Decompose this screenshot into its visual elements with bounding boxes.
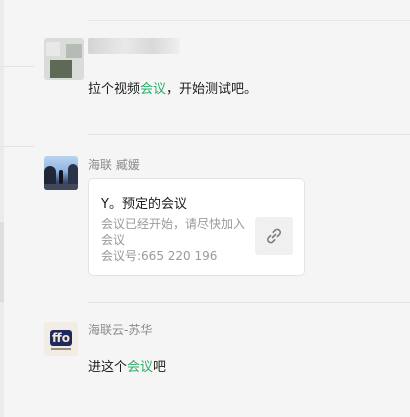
sender-name: 海联云-苏华 xyxy=(88,323,153,337)
message-divider xyxy=(88,302,410,303)
message-text-before: 拉个视频 xyxy=(88,82,141,97)
left-divider xyxy=(0,146,34,147)
avatar[interactable] xyxy=(44,156,78,190)
sender-name-blurred xyxy=(88,38,180,54)
avatar[interactable] xyxy=(44,38,84,80)
message-text: 拉个视频会议，开始测试吧。 xyxy=(88,78,257,97)
chat-history-panel: 拉个视频会议，开始测试吧。 海联 臧媛 Y。预定的会议 会议已经开始，请尽快加入… xyxy=(0,0,410,417)
avatar[interactable]: ffo xyxy=(44,322,78,356)
link-icon[interactable] xyxy=(255,217,293,255)
meeting-link[interactable]: 会议 xyxy=(127,360,153,375)
message-text-after: 吧 xyxy=(153,360,167,375)
message-divider xyxy=(88,20,410,21)
meeting-card-id: 会议号:665 220 196 xyxy=(101,249,218,263)
left-panel-edge xyxy=(0,0,4,417)
left-panel-scroll-segment xyxy=(0,222,4,302)
meeting-card-description: 会议已经开始，请尽快加入会议 xyxy=(101,217,246,247)
message-text-before: 进这个 xyxy=(88,360,128,375)
meeting-link[interactable]: 会议 xyxy=(140,82,166,97)
message-divider xyxy=(88,134,410,135)
message-text-after: ，开始测试吧。 xyxy=(166,82,258,97)
left-divider xyxy=(0,66,34,67)
meeting-card[interactable]: Y。预定的会议 会议已经开始，请尽快加入会议 会议号:665 220 196 xyxy=(88,178,305,276)
message-text: 进这个会议吧 xyxy=(88,356,166,375)
sender-name: 海联 臧媛 xyxy=(88,158,140,172)
meeting-card-title: Y。预定的会议 xyxy=(101,197,187,212)
